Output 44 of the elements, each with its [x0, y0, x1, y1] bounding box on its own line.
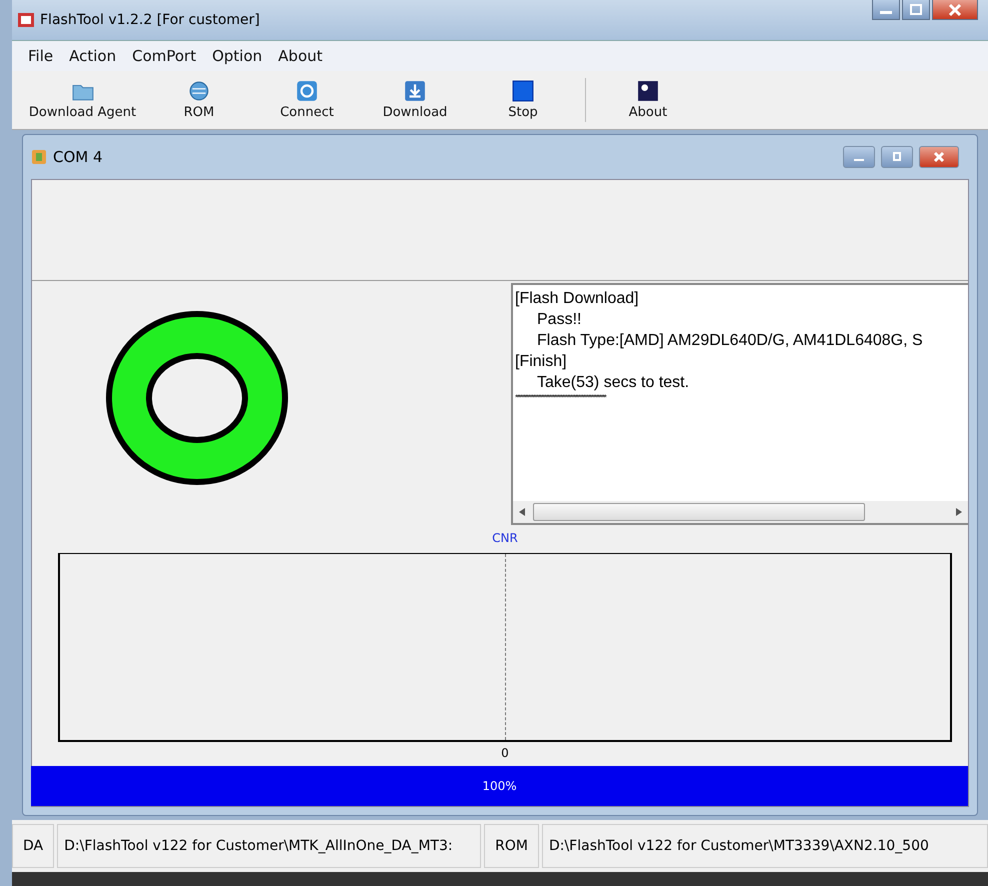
download-icon: [404, 80, 426, 102]
axis-label: 0: [501, 745, 509, 762]
file-path: D:\FlashTool v122 for Customer\MTK_AllInOne_DA_MT3:: [57, 824, 482, 868]
plot-title: CNR: [492, 531, 518, 547]
menu-item[interactable]: ComPort: [132, 47, 196, 65]
horizontal-scrollbar[interactable]: [513, 501, 968, 523]
toolbar-button[interactable]: About: [594, 78, 702, 122]
progress-reading: 100%: [482, 779, 517, 793]
menu-item[interactable]: About: [278, 47, 323, 65]
status-label: ROM: [484, 824, 539, 868]
connect-icon: [296, 80, 318, 102]
minimize-icon: [880, 11, 892, 14]
minimize-button[interactable]: [843, 146, 875, 168]
child-window-title: COM 4: [53, 148, 103, 166]
status-label: DA: [12, 824, 54, 868]
menu-item[interactable]: Action: [69, 47, 116, 65]
menu-item[interactable]: Option: [212, 47, 262, 65]
scroll-right-icon[interactable]: [956, 508, 962, 516]
scroll-left-icon[interactable]: [519, 508, 525, 516]
globe-icon: [188, 80, 210, 102]
info-icon: [637, 80, 659, 102]
file-path: D:\FlashTool v122 for Customer\MT3339\AXN2.10_500: [542, 824, 988, 868]
maximize-button[interactable]: [902, 0, 930, 20]
window-title: FlashTool v1.2.2 [For customer]: [40, 12, 260, 28]
toolbar-button[interactable]: Connect: [253, 78, 361, 122]
port-icon: [31, 149, 47, 165]
toolbar-button[interactable]: ROM: [145, 78, 253, 122]
toolbar-button[interactable]: Download: [361, 78, 469, 122]
maximize-button[interactable]: [881, 146, 913, 168]
close-button[interactable]: [932, 0, 978, 20]
minimize-button[interactable]: [872, 0, 900, 20]
log-line: [Flash Download]: [515, 289, 640, 309]
stop-icon: [512, 80, 534, 102]
log-line: Take(53) secs to test.: [536, 373, 690, 393]
toolbar-button[interactable]: Download Agent: [20, 78, 145, 122]
app-icon: [18, 12, 34, 28]
log-line: Flash Type:[AMD] AM29DL640D/G, AM41DL6408G, S: [536, 331, 924, 351]
log-line: Pass!!: [536, 310, 582, 330]
toolbar-button[interactable]: Stop: [469, 78, 577, 122]
menu-item[interactable]: File: [28, 47, 54, 65]
log-line: ********************************************************: [515, 393, 607, 403]
close-button[interactable]: [919, 146, 959, 168]
minimize-icon: [854, 159, 864, 161]
log-line: [Finish]: [515, 352, 568, 372]
